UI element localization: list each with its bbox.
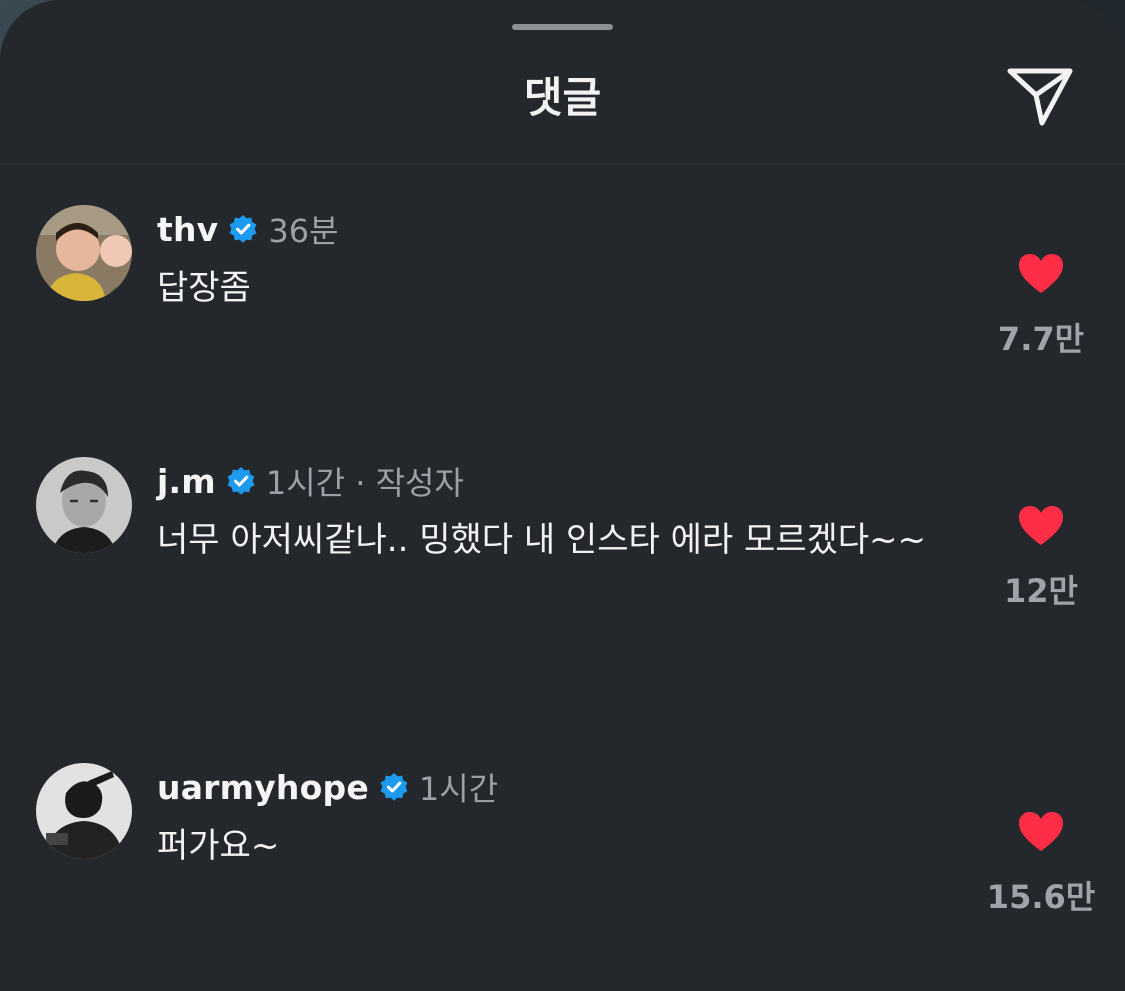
header-divider (0, 163, 1125, 164)
like-count: 7.7만 (997, 320, 1085, 358)
comment-text: 너무 아저씨같나.. 밍했다 내 인스타 에라 모르겠다~~ (157, 520, 927, 560)
like-count: 12만 (1004, 572, 1078, 610)
paper-plane-icon (1007, 68, 1073, 126)
verified-badge-icon (229, 215, 257, 243)
verified-badge-icon (380, 773, 408, 801)
heart-icon[interactable] (1018, 505, 1064, 547)
sheet-grabber-handle[interactable] (512, 24, 613, 30)
like-group: 7.7만 (976, 253, 1106, 359)
comment-text: 퍼가요~ (157, 826, 280, 866)
comment-timestamp: 1시간 · 작성자 (265, 464, 464, 502)
comment-timestamp: 36분 (268, 212, 339, 250)
like-group: 12만 (976, 505, 1106, 611)
avatar[interactable] (36, 763, 132, 859)
username[interactable]: uarmyhope (157, 768, 369, 807)
username[interactable]: j.m (157, 462, 216, 501)
comments-sheet: 댓글 thv 36분 답장좀 7.7만 j.m 1시간 · 작성자 너무 아저씨… (0, 0, 1125, 991)
like-group: 15.6만 (976, 811, 1106, 917)
avatar-photo (36, 763, 132, 859)
avatar-photo (36, 457, 132, 553)
comment-text: 답장좀 (157, 268, 251, 308)
like-count: 15.6만 (986, 878, 1096, 916)
heart-icon[interactable] (1018, 253, 1064, 295)
comment-meta: thv 36분 (157, 207, 339, 251)
heart-icon[interactable] (1018, 811, 1064, 853)
comment-timestamp: 1시간 (418, 770, 499, 808)
avatar[interactable] (36, 457, 132, 553)
comment-meta: j.m 1시간 · 작성자 (157, 459, 464, 503)
avatar-photo (36, 205, 132, 301)
verified-badge-icon (227, 467, 255, 495)
comment-meta: uarmyhope 1시간 (157, 765, 498, 809)
avatar[interactable] (36, 205, 132, 301)
page-title: 댓글 (523, 73, 602, 122)
username[interactable]: thv (157, 210, 218, 249)
share-button[interactable] (1000, 60, 1080, 132)
